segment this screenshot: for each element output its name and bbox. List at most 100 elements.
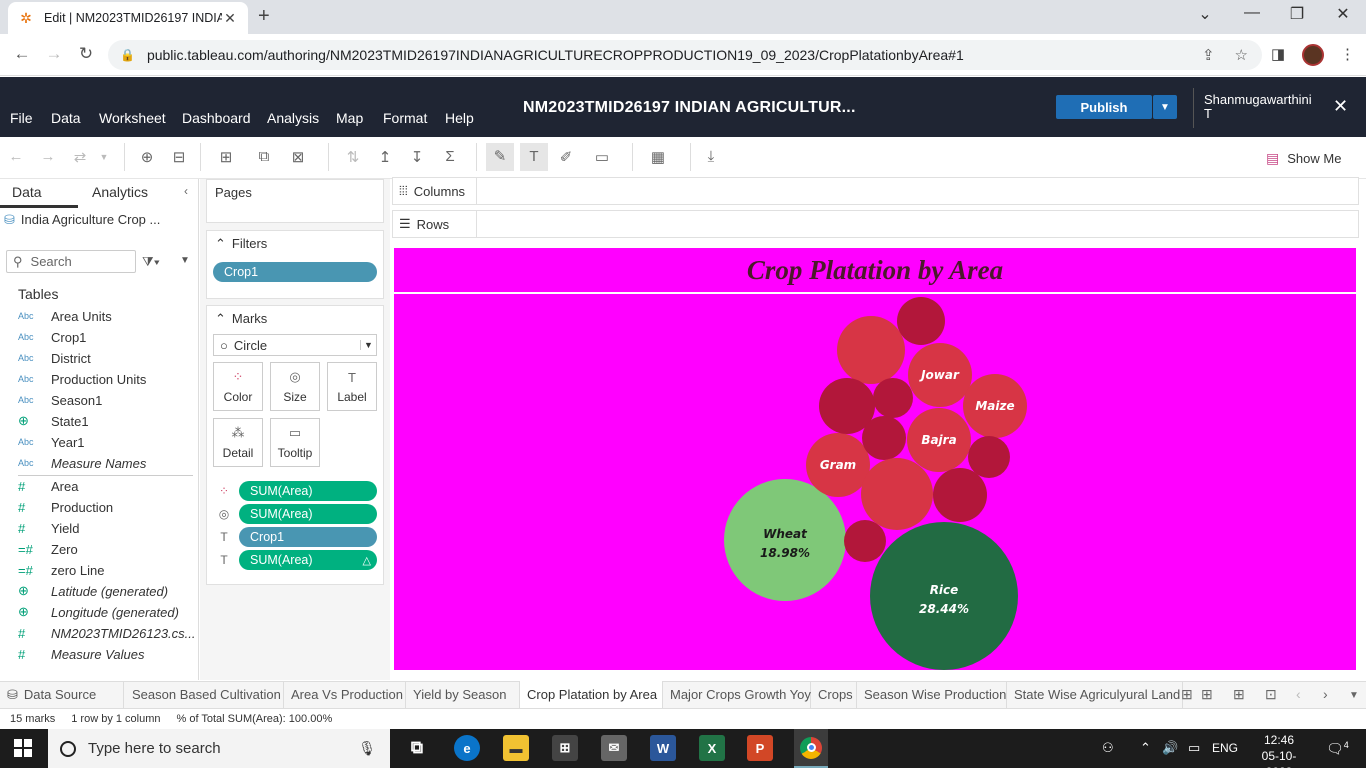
windows-start-icon[interactable] bbox=[14, 739, 32, 757]
menu-dashboard[interactable]: Dashboard bbox=[182, 110, 251, 126]
bubble[interactable] bbox=[873, 378, 913, 418]
field-item[interactable]: # Yield bbox=[18, 518, 79, 538]
menu-map[interactable]: Map bbox=[336, 110, 363, 126]
close-tab-icon[interactable]: ✕ bbox=[222, 10, 238, 27]
bubble[interactable] bbox=[862, 416, 906, 460]
bubble[interactable] bbox=[837, 316, 905, 384]
new-dashboard-add-icon[interactable]: ⊞ bbox=[1233, 686, 1245, 703]
edge-icon[interactable]: e bbox=[454, 735, 480, 761]
new-dashboard-icon[interactable]: ⊞ bbox=[1201, 686, 1213, 703]
show-labels-icon[interactable]: T bbox=[520, 143, 548, 171]
pause-updates-icon[interactable]: ⊟ bbox=[167, 148, 191, 166]
sheet-tab[interactable]: Crop Platation by Area bbox=[520, 681, 663, 708]
taskbar-search[interactable]: Type here to search 🎙 bbox=[48, 729, 390, 768]
size-button[interactable]: ◎ Size bbox=[270, 362, 320, 411]
replace-dropdown-icon[interactable]: ▼ bbox=[92, 152, 116, 162]
field-item[interactable]: Abc Year1 bbox=[18, 432, 85, 452]
bubble[interactable] bbox=[844, 520, 886, 562]
bubble[interactable] bbox=[897, 297, 945, 345]
sheet-tab[interactable]: Yield by Season bbox=[406, 681, 520, 708]
word-icon[interactable]: W bbox=[650, 735, 676, 761]
replace-data-icon[interactable]: ⇄ bbox=[68, 148, 92, 166]
sort-asc-icon[interactable]: ↥ bbox=[373, 148, 397, 166]
sheet-tab[interactable]: Season Wise Production bbox=[857, 681, 1007, 708]
collapse-pane-icon[interactable]: ‹ bbox=[184, 184, 188, 198]
field-item[interactable]: # Production bbox=[18, 497, 113, 517]
notifications-icon[interactable]: 🗨4 bbox=[1326, 740, 1349, 758]
highlight-icon[interactable]: ✎ bbox=[486, 143, 514, 171]
user-name[interactable]: Shanmugawarthini T bbox=[1204, 93, 1316, 121]
duplicate-sheet-icon[interactable]: ⧉ bbox=[252, 148, 276, 165]
language-indicator[interactable]: ENG bbox=[1212, 741, 1238, 755]
color-button[interactable]: ⁘ Color bbox=[213, 362, 263, 411]
powerpoint-icon[interactable]: P bbox=[747, 735, 773, 761]
download-icon[interactable]: ⤓ bbox=[699, 148, 723, 165]
mark-pill-label-area[interactable]: SUM(Area) △ bbox=[239, 550, 377, 570]
viz-title-box[interactable]: Crop Platation by Area bbox=[394, 248, 1356, 294]
show-me-button[interactable]: ▤ Show Me bbox=[1266, 150, 1341, 167]
field-item[interactable]: Abc Production Units bbox=[18, 369, 146, 389]
publish-dropdown-icon[interactable]: ▼ bbox=[1153, 95, 1177, 119]
browser-menu-icon[interactable]: ⋮ bbox=[1340, 45, 1355, 63]
sort-desc-icon[interactable]: ↧ bbox=[405, 148, 429, 166]
columns-shelf[interactable]: ⦙⦙⦙ Columns bbox=[392, 177, 1359, 205]
field-item[interactable]: ⊕ State1 bbox=[18, 411, 89, 431]
label-button[interactable]: T Label bbox=[327, 362, 377, 411]
pages-card[interactable]: Pages bbox=[206, 179, 384, 223]
sheet-tab[interactable]: Major Crops Growth Yoy bbox=[663, 681, 811, 708]
clear-sheet-icon[interactable]: ⊠ bbox=[286, 148, 310, 166]
profile-avatar[interactable] bbox=[1302, 44, 1324, 66]
menu-analysis[interactable]: Analysis bbox=[267, 110, 319, 126]
browser-tab[interactable]: ✲ Edit | NM2023TMID26197 INDIA ✕ bbox=[8, 2, 248, 34]
rows-shelf[interactable]: ☰ Rows bbox=[392, 210, 1359, 238]
side-panel-icon[interactable]: ◨ bbox=[1271, 45, 1285, 63]
detail-button[interactable]: ⁂ Detail bbox=[213, 418, 263, 467]
tab-data[interactable]: Data bbox=[12, 184, 42, 200]
field-item[interactable]: ⊕ Latitude (generated) bbox=[18, 581, 168, 601]
fit-icon[interactable]: ▭ bbox=[590, 148, 614, 166]
device-preview-icon[interactable]: ▦ bbox=[646, 148, 670, 166]
mark-pill-label-crop[interactable]: Crop1 bbox=[239, 527, 377, 547]
totals-icon[interactable]: Σ bbox=[438, 148, 462, 165]
menu-help[interactable]: Help bbox=[445, 110, 474, 126]
datasource-item[interactable]: ⛁ India Agriculture Crop ... bbox=[4, 212, 160, 228]
tab-search-icon[interactable]: ⌄ bbox=[1185, 4, 1225, 24]
scroll-left-icon[interactable]: ‹ bbox=[1296, 686, 1301, 702]
scroll-right-icon[interactable]: › bbox=[1323, 686, 1328, 702]
format-workbook-icon[interactable]: ✐ bbox=[554, 148, 578, 166]
volume-icon[interactable]: 🔊 bbox=[1162, 740, 1178, 756]
forward-icon[interactable]: → bbox=[42, 44, 66, 64]
field-item[interactable]: Abc District bbox=[18, 348, 91, 368]
workbook-title[interactable]: NM2023TMID26197 INDIAN AGRICULTUR... bbox=[523, 99, 856, 117]
new-tab-icon[interactable]: + bbox=[258, 5, 270, 28]
battery-icon[interactable]: ▭ bbox=[1188, 740, 1200, 756]
menu-data[interactable]: Data bbox=[51, 110, 81, 126]
field-menu-icon[interactable]: ▼ bbox=[180, 255, 190, 266]
field-item[interactable]: =# Zero bbox=[18, 539, 78, 559]
sheet-tab[interactable]: Area Vs Production bbox=[284, 681, 406, 708]
redo-icon[interactable]: → bbox=[36, 148, 60, 165]
restore-icon[interactable]: ❐ bbox=[1277, 4, 1317, 24]
bubble-chart[interactable]: Rice 28.44% Wheat 18.98% Gram Bajra Jowar Maize bbox=[394, 296, 1356, 670]
publish-button[interactable]: Publish bbox=[1056, 95, 1152, 119]
field-item[interactable]: =# zero Line bbox=[18, 560, 104, 580]
share-icon[interactable]: ⇪ bbox=[1202, 46, 1215, 64]
field-item[interactable]: # Measure Values bbox=[18, 644, 144, 664]
field-item[interactable]: ⊕ Longitude (generated) bbox=[18, 602, 179, 622]
taskbar-clock[interactable]: 12:46 05-10-2023 bbox=[1256, 732, 1302, 768]
close-window-icon[interactable]: ✕ bbox=[1323, 4, 1363, 24]
tray-chevron-icon[interactable]: ⌃ bbox=[1140, 740, 1151, 756]
new-worksheet-icon[interactable]: ⊞ bbox=[1181, 686, 1193, 703]
field-item[interactable]: Abc Crop1 bbox=[18, 327, 86, 347]
datasource-tab[interactable]: ⛁ Data Source bbox=[0, 681, 124, 708]
address-bar[interactable]: 🔒 public.tableau.com/authoring/NM2023TMI… bbox=[108, 40, 1262, 70]
microphone-icon[interactable]: 🎙 bbox=[358, 740, 376, 757]
sheet-menu-icon[interactable]: ▼ bbox=[1349, 690, 1359, 701]
mark-pill-size[interactable]: SUM(Area) bbox=[239, 504, 377, 524]
menu-worksheet[interactable]: Worksheet bbox=[99, 110, 166, 126]
reload-icon[interactable]: ↻ bbox=[74, 44, 98, 64]
tooltip-button[interactable]: ▭ Tooltip bbox=[270, 418, 320, 467]
bubble[interactable] bbox=[933, 468, 987, 522]
chrome-taskbar-button[interactable] bbox=[794, 729, 828, 768]
mail-icon[interactable]: ✉ bbox=[601, 735, 627, 761]
